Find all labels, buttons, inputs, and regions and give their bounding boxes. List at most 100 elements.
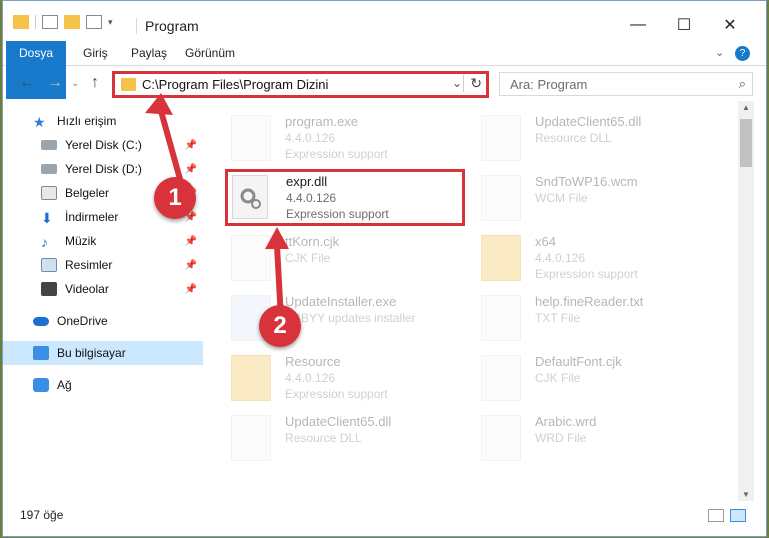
properties-icon[interactable] [42, 15, 58, 29]
onedrive-icon [33, 316, 49, 326]
file-type: Resource DLL [535, 131, 612, 145]
file-item[interactable]: expr.dll 4.4.0.126 Expression support [232, 169, 462, 227]
search-input[interactable]: Ara: Program ⌕ [499, 72, 753, 96]
file-item[interactable]: UpdateClient65.dll Resource DLL [231, 409, 461, 467]
file-version: 4.4.0.126 [285, 371, 336, 385]
tiles-view-icon[interactable] [730, 509, 746, 522]
highlighted-file-item[interactable]: expr.dll 4.4.0.126 Expression support [225, 169, 465, 226]
music-icon: ♪ [41, 234, 48, 250]
sidebar-item-label: Belgeler [65, 186, 110, 200]
maximize-button[interactable]: ☐ [661, 13, 707, 37]
exe-file-icon [231, 115, 271, 161]
file-item[interactable]: DefaultFont.cjk CJK File [481, 349, 711, 407]
chevron-down-icon[interactable]: ⌄ [715, 46, 724, 59]
drive-icon [41, 140, 57, 150]
ribbon-tabs: Dosya Giriş Paylaş Görünüm ⌄ ? [3, 41, 766, 99]
document-file-icon [481, 415, 521, 461]
file-name: program.exe [285, 114, 358, 129]
file-description: Expression support [535, 267, 638, 281]
details-view-icon[interactable] [708, 509, 724, 522]
step-badge-2: 2 [259, 305, 301, 347]
file-type: TXT File [535, 311, 581, 325]
file-item[interactable]: program.exe 4.4.0.126 Expression support [231, 109, 461, 167]
back-arrow-icon[interactable]: ← [19, 74, 35, 92]
forward-arrow-icon[interactable]: → [47, 74, 63, 92]
file-name: x64 [535, 234, 556, 249]
file-name: UpdateInstaller.exe [285, 294, 397, 309]
refresh-icon[interactable]: ↻ [463, 75, 482, 92]
sidebar-item-videos[interactable]: Videolar 📌 [3, 277, 203, 301]
minimize-button[interactable]: — [615, 13, 661, 37]
pin-icon[interactable]: 📌 [185, 260, 197, 271]
file-name: Arabic.wrd [535, 414, 597, 429]
file-version: 4.4.0.126 [535, 251, 586, 265]
tab-home[interactable]: Giriş [73, 41, 118, 66]
file-item[interactable]: SndToWP16.wcm WCM File [481, 169, 711, 227]
download-icon: ⬇ [41, 210, 53, 226]
file-item[interactable]: UpdateClient65.dll Resource DLL [481, 109, 711, 167]
file-name: UpdateClient65.dll [535, 114, 642, 129]
sidebar-item-disk-c[interactable]: Yerel Disk (C:) 📌 [3, 133, 203, 157]
sidebar-item-label: Hızlı erişim [57, 114, 117, 128]
tab-view[interactable]: Görünüm [175, 41, 245, 66]
search-icon[interactable]: ⌕ [739, 76, 746, 92]
file-name: UpdateClient65.dll [285, 414, 392, 429]
file-list: program.exe 4.4.0.126 Expression support… [203, 103, 738, 501]
scroll-down-icon[interactable]: ▼ [742, 490, 750, 499]
file-version: 4.4.0.126 [286, 191, 337, 205]
dll-gear-icon [232, 175, 268, 219]
address-path[interactable]: C:\Program Files\Program Dizini [142, 77, 328, 92]
dll-file-icon [231, 415, 271, 461]
file-type: WRD File [535, 431, 587, 445]
status-bar: 197 öğe [3, 501, 766, 536]
chevron-down-icon[interactable]: ▾ [108, 17, 113, 28]
computer-icon [33, 346, 49, 360]
file-name: Resource [285, 354, 341, 369]
chevron-down-icon[interactable]: ⌄ [71, 78, 79, 89]
new-folder-icon[interactable] [64, 15, 80, 29]
sidebar-item-music[interactable]: ♪ Müzik 📌 [3, 229, 203, 253]
scroll-up-icon[interactable]: ▲ [742, 103, 750, 112]
sidebar-item-onedrive[interactable]: OneDrive [3, 309, 203, 333]
pin-icon[interactable]: 📌 [185, 284, 197, 295]
help-button[interactable]: ? [735, 46, 750, 61]
file-description: Expression support [286, 207, 389, 221]
pin-icon[interactable]: 📌 [185, 140, 197, 151]
chevron-down-icon[interactable]: ⌄ [452, 76, 462, 90]
sidebar-item-this-pc[interactable]: Bu bilgisayar [3, 341, 203, 365]
file-item[interactable]: Arabic.wrd WRD File [481, 409, 711, 467]
sidebar-item-network[interactable]: Ağ [3, 373, 203, 397]
search-placeholder: Ara: Program [510, 77, 588, 92]
dll-file-icon [481, 115, 521, 161]
pin-icon[interactable]: 📌 [185, 164, 197, 175]
pin-icon[interactable]: 📌 [185, 236, 197, 247]
sidebar-item-pictures[interactable]: Resimler 📌 [3, 253, 203, 277]
vertical-scrollbar[interactable]: ▲ ▼ [738, 101, 754, 501]
scrollbar-thumb[interactable] [740, 119, 752, 167]
file-type: WCM File [535, 191, 588, 205]
folder-icon [481, 235, 521, 281]
step-badge-1: 1 [154, 177, 196, 219]
file-version: 4.4.0.126 [285, 131, 336, 145]
file-name: DefaultFont.cjk [535, 354, 622, 369]
sidebar-item-quick-access[interactable]: ★ Hızlı erişim [3, 109, 203, 133]
star-icon: ★ [33, 114, 46, 130]
tab-share[interactable]: Paylaş [121, 41, 177, 66]
document-file-icon [231, 235, 271, 281]
file-item[interactable]: x64 4.4.0.126 Expression support [481, 229, 711, 287]
folder-icon [13, 15, 29, 29]
file-type: Resource DLL [285, 431, 362, 445]
sidebar-item-label: Ağ [57, 378, 72, 392]
customize-toolbar-icon[interactable] [86, 15, 102, 29]
file-item[interactable]: help.fineReader.txt TXT File [481, 289, 711, 347]
file-item[interactable]: ttKorn.cjk CJK File [231, 229, 461, 287]
up-arrow-icon[interactable]: ↑ [91, 74, 99, 92]
close-button[interactable]: ✕ [707, 13, 753, 37]
address-bar[interactable]: C:\Program Files\Program Dizini ⌄ ↻ [112, 71, 489, 98]
file-item[interactable]: Resource 4.4.0.126 Expression support [231, 349, 461, 407]
text-file-icon [481, 295, 521, 341]
window-title: Program [145, 18, 199, 34]
sidebar-item-label: Bu bilgisayar [57, 346, 126, 360]
videos-icon [41, 282, 57, 296]
document-file-icon [481, 355, 521, 401]
